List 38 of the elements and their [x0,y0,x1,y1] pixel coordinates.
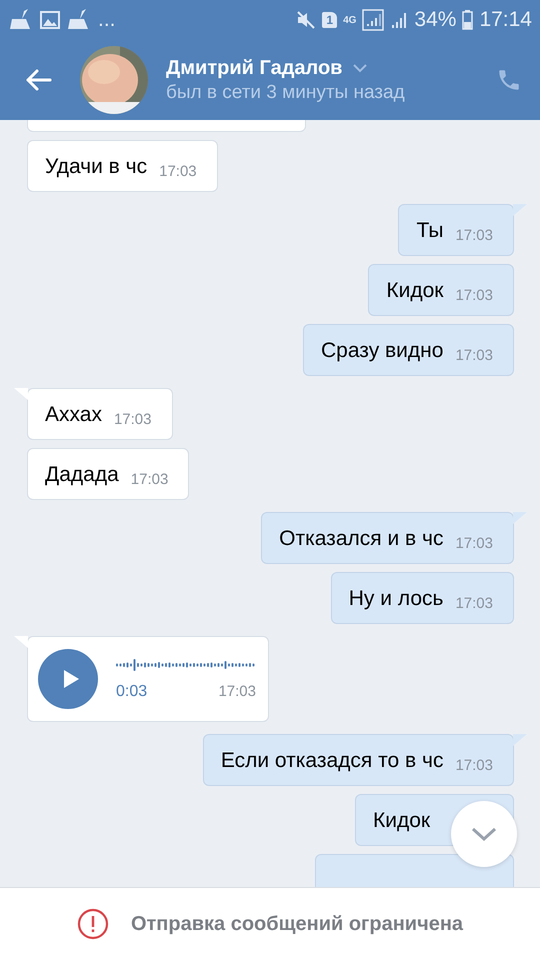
message-time: 17:03 [218,682,256,700]
message-text: Ты [416,218,444,244]
notice-text: Отправка сообщений ограничена [130,912,464,936]
message-text: Отказался и в чс [279,526,444,552]
message-time: 17:03 [455,535,493,552]
message-time: 17:03 [114,411,152,428]
message-time: 17:03 [455,347,493,364]
back-arrow-icon [24,68,52,92]
message-text: Аххах [45,402,102,428]
chevron-down-icon [471,826,497,842]
message-text: Кидок [386,278,444,304]
message-time: 17:03 [159,163,197,180]
message-text: Если отказадся то в чс [220,748,444,774]
message-time: 17:03 [455,595,493,612]
mute-icon [296,11,316,29]
message-time: 17:03 [455,757,493,774]
sim-indicator: 1 [322,12,338,28]
last-seen-status: был в сети 3 минуты назад [166,82,406,104]
message-text: Удачи в чс [45,154,148,180]
message-time: 17:03 [455,287,493,304]
message-time: 17:03 [130,471,168,488]
message-text: Дадада [45,462,119,488]
signal-icon [362,9,384,31]
warning-icon [76,908,109,940]
battery-icon [462,10,474,30]
voice-duration: 0:03 [116,683,148,701]
more-indicator: ... [98,8,116,32]
battery-level: 34% [414,8,456,32]
image-icon [40,11,60,29]
signal-icon [390,11,408,29]
clock: 17:14 [479,8,532,32]
message-time: 17:03 [455,227,493,244]
message-text: Кидок [373,808,430,834]
chevron-down-icon[interactable] [352,63,368,73]
message-text: Сразу видно [321,338,444,364]
network-type: 4G [343,14,356,26]
message-text: Ну и лось [348,586,444,612]
contact-name[interactable]: Дмитрий Гадалов [166,56,342,80]
